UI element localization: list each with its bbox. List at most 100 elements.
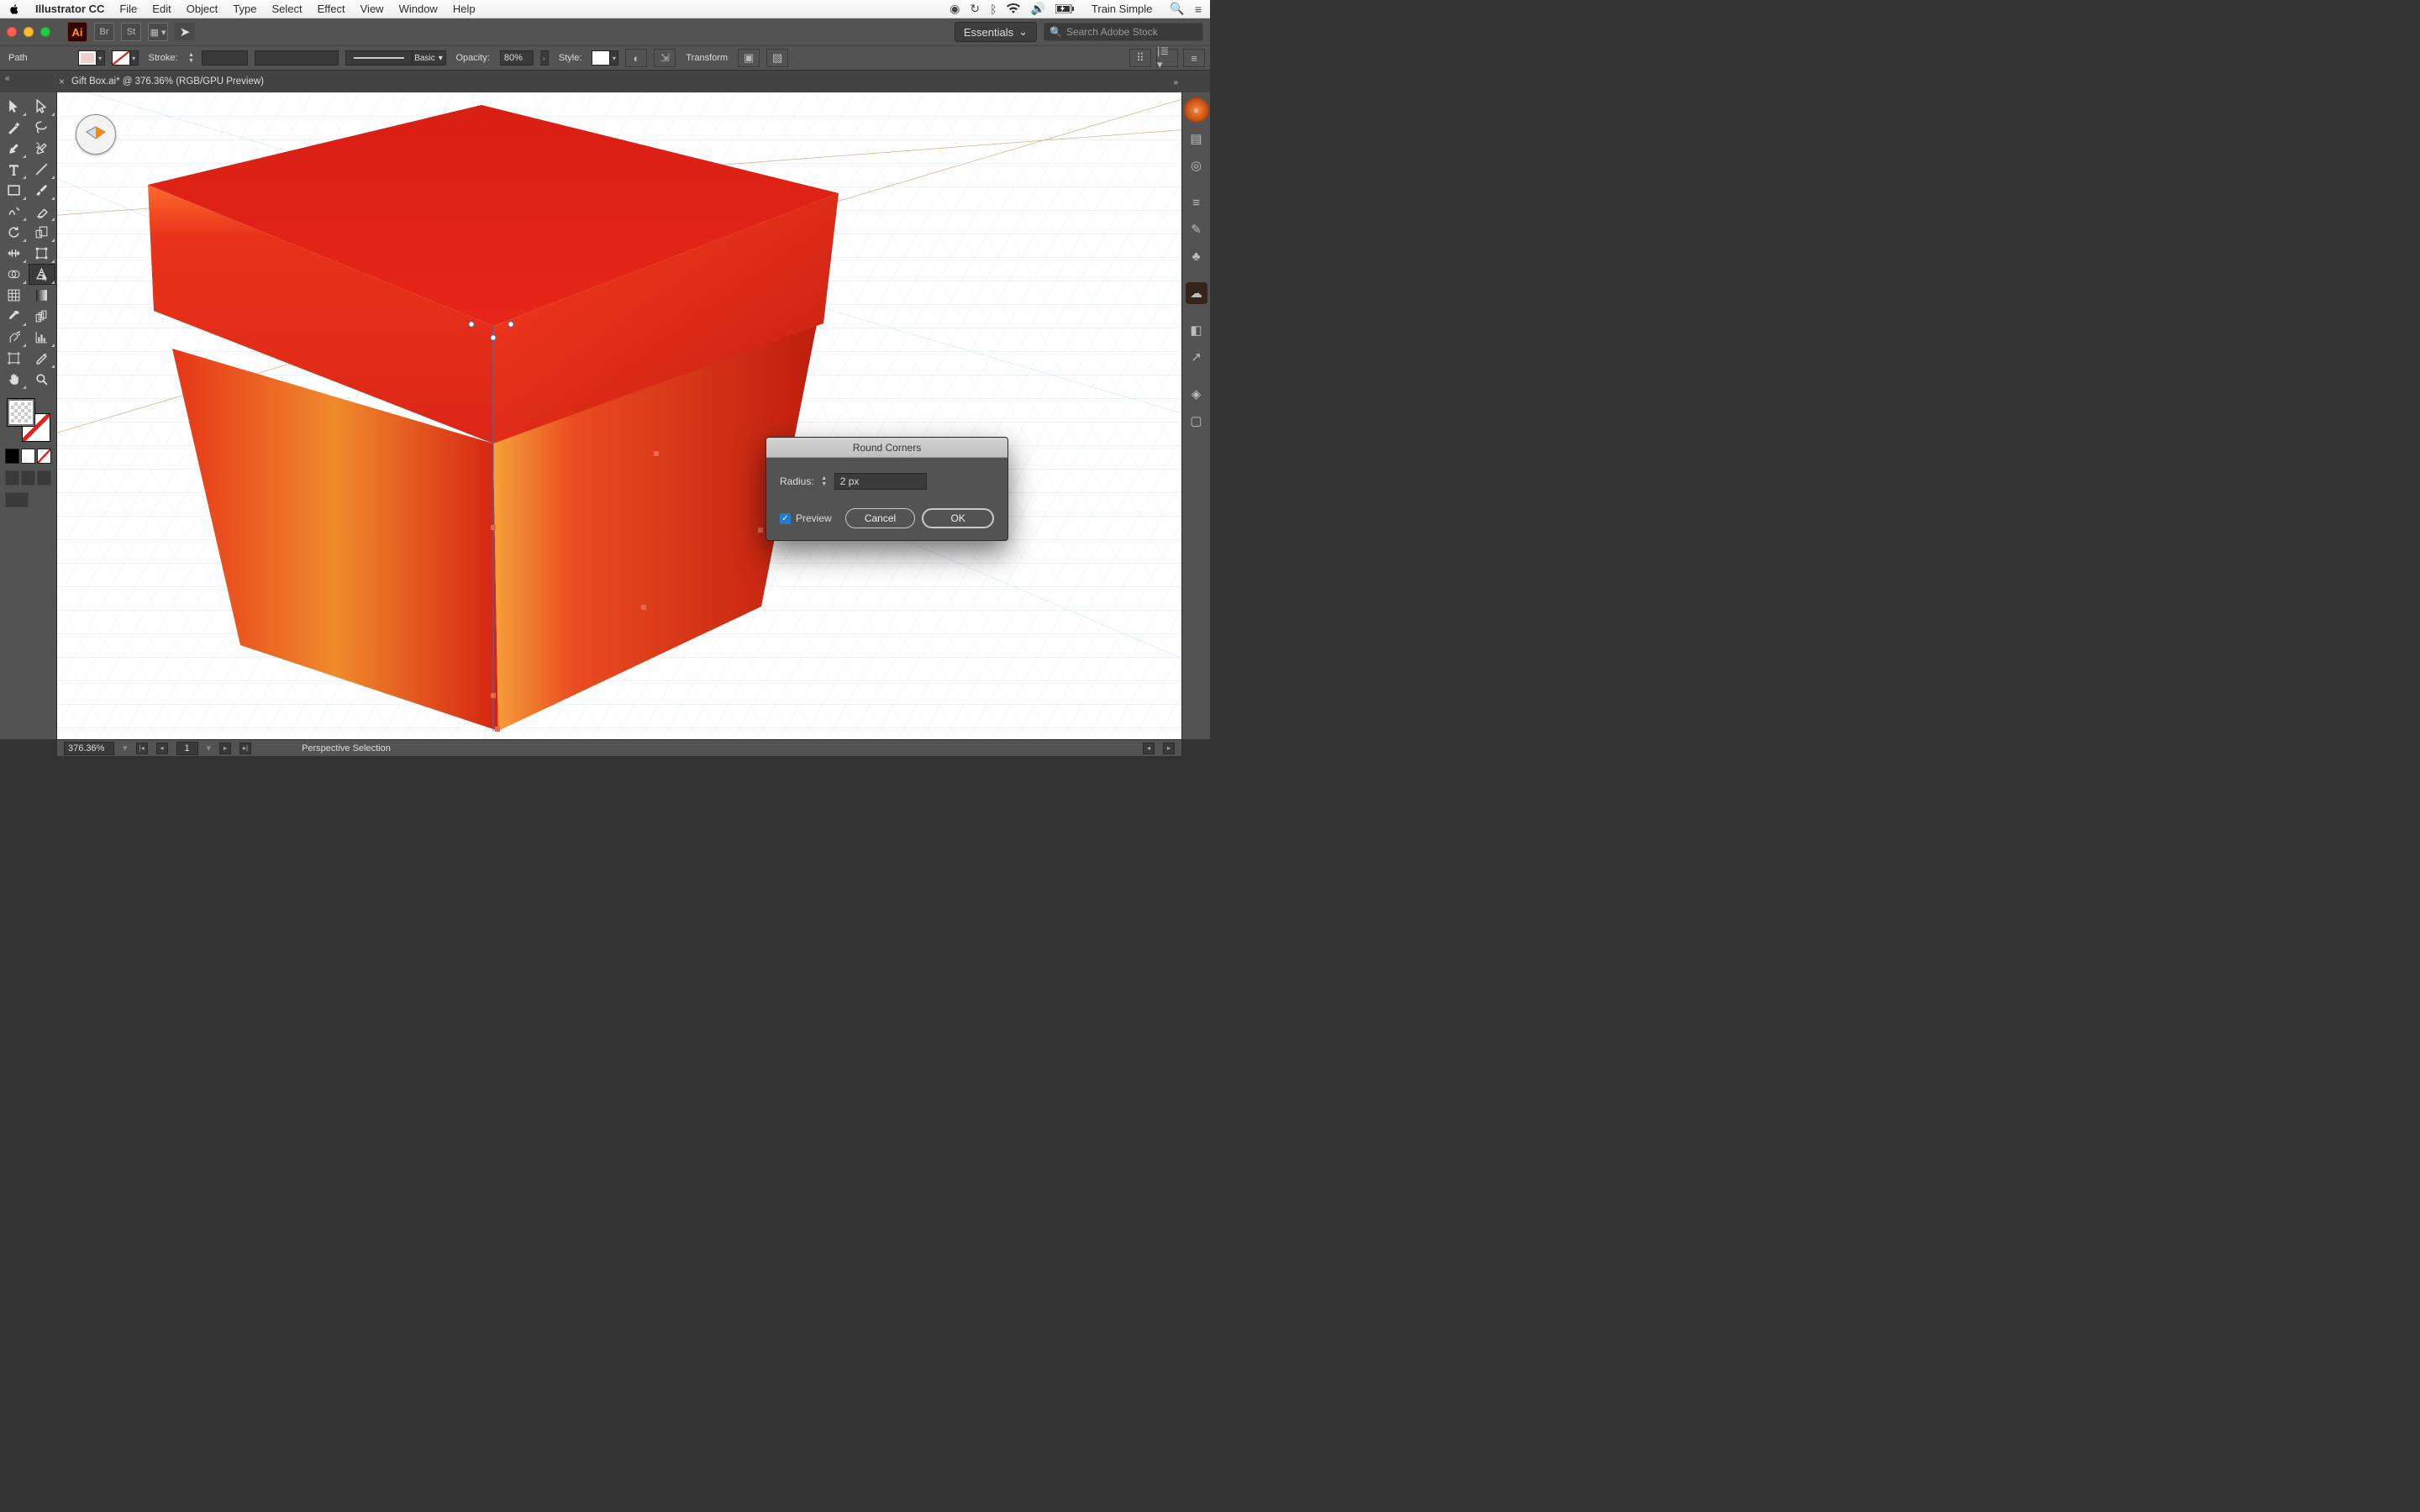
expand-panels-right-icon[interactable]: »	[1173, 78, 1178, 87]
column-graph-tool[interactable]	[29, 327, 55, 348]
color-panel-icon[interactable]: ●	[1184, 97, 1209, 123]
solid-color-icon[interactable]	[5, 449, 19, 464]
next-artboard-button[interactable]: ▸	[219, 743, 231, 754]
fill-stroke-proxy[interactable]	[7, 398, 50, 442]
recolor-artwork-icon[interactable]: ◐	[625, 49, 647, 67]
rectangle-tool[interactable]	[0, 180, 27, 201]
search-adobe-stock[interactable]: 🔍Search Adobe Stock	[1044, 23, 1203, 41]
screen-mode-icon[interactable]	[5, 492, 29, 507]
mesh-tool[interactable]	[0, 285, 27, 306]
zoom-window-button[interactable]	[40, 27, 50, 37]
curvature-tool[interactable]	[29, 138, 55, 159]
none-color-icon[interactable]	[37, 449, 51, 464]
stroke-weight-stepper[interactable]: ▲▼	[188, 53, 195, 64]
lasso-tool[interactable]	[29, 117, 55, 138]
perspective-plane-widget[interactable]	[76, 114, 116, 155]
libraries-panel-icon[interactable]: ☁	[1186, 282, 1207, 304]
radius-stepper[interactable]: ▲▼	[821, 476, 828, 487]
menu-object[interactable]: Object	[179, 0, 226, 18]
transform-label[interactable]: Transform	[682, 53, 731, 63]
artboards-panel-icon[interactable]: ▢	[1186, 410, 1207, 432]
artboard-tool[interactable]	[0, 348, 27, 369]
blend-tool[interactable]	[29, 306, 55, 327]
style-swatch[interactable]	[592, 50, 610, 66]
pen-tool[interactable]	[0, 138, 27, 159]
brush-name-dropdown[interactable]: Basic ▾	[413, 50, 446, 66]
scale-tool[interactable]	[29, 222, 55, 243]
draw-inside-icon[interactable]	[37, 470, 51, 486]
transparency-panel-icon[interactable]: ◧	[1186, 319, 1207, 341]
arrange-documents-icon[interactable]: ▦ ▾	[148, 23, 168, 41]
draw-behind-icon[interactable]	[21, 470, 35, 486]
first-artboard-button[interactable]: |◂	[136, 743, 148, 754]
edit-clip-icon[interactable]: ▧	[766, 49, 788, 67]
shaper-tool[interactable]	[0, 201, 27, 222]
menu-view[interactable]: View	[353, 0, 392, 18]
gpu-rocket-icon[interactable]: ➤	[175, 23, 195, 41]
stroke-swatch[interactable]	[112, 50, 130, 66]
ok-button[interactable]: OK	[922, 508, 994, 528]
slice-tool[interactable]	[29, 348, 55, 369]
layers-panel-icon[interactable]: ◈	[1186, 383, 1207, 405]
style-dropdown[interactable]: ▾	[610, 50, 618, 66]
rotate-tool[interactable]	[0, 222, 27, 243]
volume-icon[interactable]: 🔊	[1030, 2, 1044, 16]
export-panel-icon[interactable]: ↗	[1186, 346, 1207, 368]
last-artboard-button[interactable]: ▸|	[239, 743, 251, 754]
prev-artboard-button[interactable]: ◂	[156, 743, 168, 754]
minimize-window-button[interactable]	[24, 27, 34, 37]
selection-tool[interactable]	[0, 96, 27, 117]
menu-file[interactable]: File	[112, 0, 145, 18]
zoom-field[interactable]: 376.36%	[64, 742, 114, 755]
mac-user[interactable]: Train Simple	[1084, 0, 1160, 18]
scroll-left-button[interactable]: ◂	[1143, 743, 1155, 754]
menu-select[interactable]: Select	[264, 0, 309, 18]
stock-icon[interactable]: St	[121, 23, 141, 41]
menu-window[interactable]: Window	[392, 0, 445, 18]
grid-view-icon[interactable]: ⠿	[1129, 49, 1151, 67]
line-tool[interactable]	[29, 159, 55, 180]
shape-builder-tool[interactable]	[0, 264, 27, 285]
wifi-icon[interactable]	[1007, 3, 1020, 16]
scroll-right-button[interactable]: ▸	[1163, 743, 1175, 754]
menu-edit[interactable]: Edit	[145, 0, 178, 18]
radius-input[interactable]	[834, 473, 927, 490]
close-window-button[interactable]	[7, 27, 17, 37]
paintbrush-tool[interactable]	[29, 180, 55, 201]
spotlight-icon[interactable]: 🔍	[1170, 2, 1184, 16]
stroke-panel-icon[interactable]: ≡	[1186, 192, 1207, 213]
vsp-dropdown[interactable]	[255, 50, 339, 66]
color-guide-icon[interactable]: ◎	[1186, 155, 1207, 176]
align-panel-icon[interactable]: ⇲	[654, 49, 676, 67]
bluetooth-icon[interactable]: ᛒ	[990, 3, 997, 16]
symbol-sprayer-tool[interactable]	[0, 327, 27, 348]
direct-selection-tool[interactable]	[29, 96, 55, 117]
brushes-panel-icon[interactable]: ✎	[1186, 218, 1207, 240]
cancel-button[interactable]: Cancel	[845, 508, 916, 528]
opacity-input[interactable]	[500, 50, 534, 66]
menu-effect[interactable]: Effect	[310, 0, 353, 18]
brush-definition[interactable]	[345, 50, 413, 66]
artboard-field[interactable]: 1	[176, 742, 198, 755]
width-tool[interactable]	[0, 243, 27, 264]
symbols-panel-icon[interactable]: ♣	[1186, 245, 1207, 267]
menu-help[interactable]: Help	[445, 0, 483, 18]
opacity-dropdown[interactable]: ›	[540, 50, 549, 66]
zoom-tool[interactable]	[29, 369, 55, 390]
gradient-color-icon[interactable]	[21, 449, 35, 464]
canvas[interactable]: Round Corners Radius: ▲▼ ✓ Preview Cance…	[57, 92, 1181, 739]
swatches-panel-icon[interactable]: ▤	[1186, 128, 1207, 150]
cc-status-icon[interactable]: ◉	[950, 2, 960, 16]
expand-panels-left-icon[interactable]: «	[5, 74, 10, 83]
hand-tool[interactable]	[0, 369, 27, 390]
preview-checkbox[interactable]: ✓ Preview	[780, 512, 832, 524]
document-tab[interactable]: × Gift Box.ai* @ 376.36% (RGB/GPU Previe…	[59, 76, 264, 87]
illustrator-home-icon[interactable]: Ai	[67, 22, 87, 42]
gradient-tool[interactable]	[29, 285, 55, 306]
battery-icon[interactable]	[1055, 3, 1074, 16]
menulet-icon[interactable]: ≡	[1195, 3, 1202, 16]
bridge-icon[interactable]: Br	[94, 23, 114, 41]
stroke-weight-input[interactable]	[202, 50, 248, 66]
eraser-tool[interactable]	[29, 201, 55, 222]
perspective-selection-tool[interactable]	[29, 264, 55, 285]
